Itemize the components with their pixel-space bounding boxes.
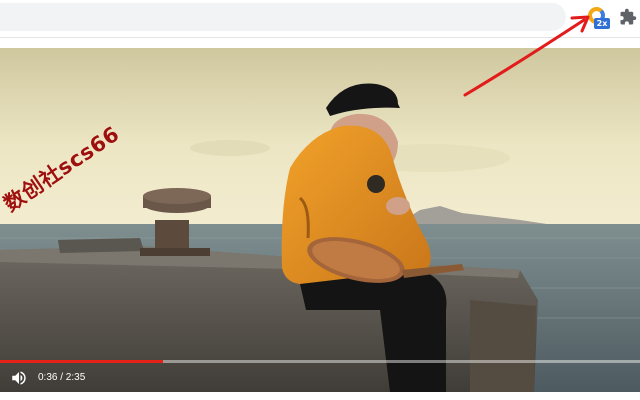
speed-badge: 2x (594, 18, 610, 29)
player-controls: 0:36 / 2:35 (0, 364, 640, 392)
toolbar-divider (0, 37, 640, 38)
video-frame (0, 48, 640, 392)
volume-icon[interactable] (10, 369, 28, 387)
video-player[interactable]: 数创社scs66 0:36 / 2:35 (0, 48, 640, 392)
address-bar[interactable] (0, 3, 566, 31)
browser-toolbar: 2x (0, 0, 640, 38)
progress-fill (0, 360, 164, 363)
puzzle-icon[interactable] (619, 8, 637, 26)
progress-bar[interactable] (0, 360, 640, 363)
time-display: 0:36 / 2:35 (38, 372, 86, 383)
speed-2x-extension-button[interactable]: 2x (586, 6, 612, 32)
